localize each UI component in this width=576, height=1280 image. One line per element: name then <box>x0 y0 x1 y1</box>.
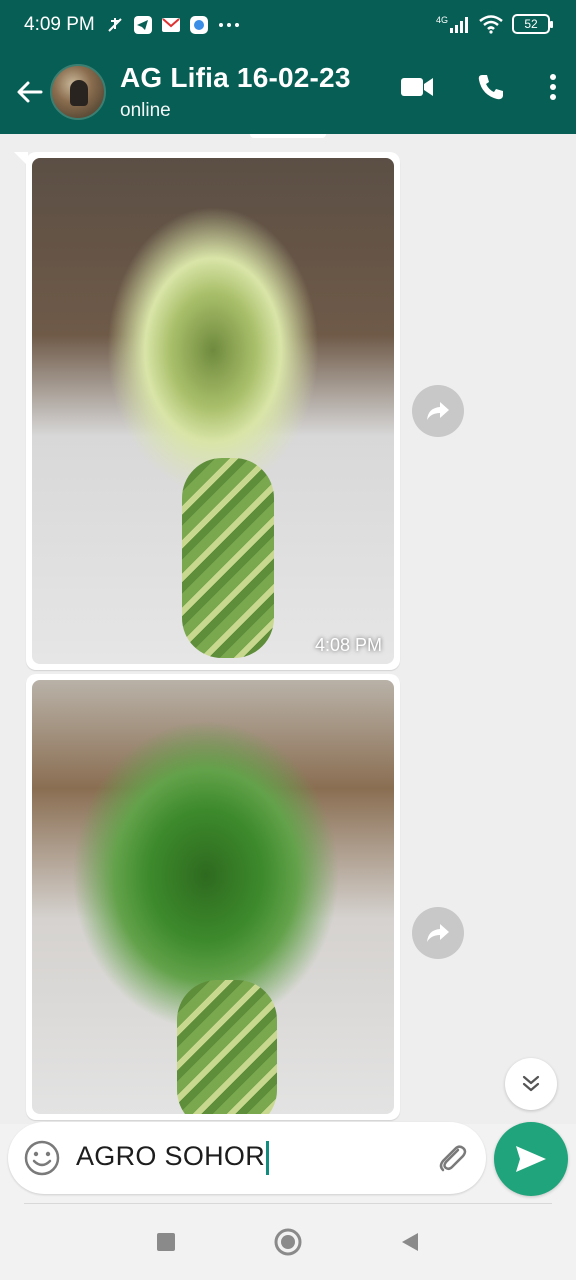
forward-button[interactable] <box>412 385 464 437</box>
braided-stem <box>177 980 277 1114</box>
chat-header: AG Lifia 16-02-23 online <box>0 50 576 134</box>
scroll-to-bottom-button[interactable] <box>505 1058 557 1110</box>
status-bar: 4:09 PM 4G 52 <box>0 0 576 50</box>
chat-area[interactable]: 4:08 PM <box>0 134 576 1124</box>
send-icon <box>516 1146 546 1172</box>
send-button[interactable] <box>494 1122 568 1196</box>
contact-name: AG Lifia 16-02-23 <box>120 62 351 93</box>
signal-4g-icon: 4G <box>436 15 468 33</box>
message-input[interactable]: AGRO SOHOR <box>76 1141 270 1175</box>
more-options-icon[interactable] <box>548 72 558 102</box>
messenger-icon <box>189 16 208 34</box>
battery-level: 52 <box>524 17 538 31</box>
video-call-icon[interactable] <box>400 75 434 99</box>
mute-icon <box>108 18 122 32</box>
telegram-icon <box>133 16 152 34</box>
image-message[interactable]: 4:08 PM <box>14 152 400 670</box>
system-nav-bar <box>0 1204 576 1280</box>
svg-text:4G: 4G <box>436 15 448 25</box>
braided-stem <box>182 458 274 658</box>
forward-icon <box>427 924 449 942</box>
voice-call-icon[interactable] <box>476 72 506 102</box>
previous-message-edge <box>250 134 326 138</box>
back-arrow-icon <box>17 81 43 103</box>
attach-icon[interactable] <box>434 1140 470 1176</box>
emoji-icon[interactable] <box>22 1138 62 1178</box>
battery-icon: 52 <box>512 14 553 34</box>
wifi-icon <box>479 15 503 34</box>
home-icon[interactable] <box>273 1227 303 1257</box>
forward-icon <box>427 402 449 420</box>
gmail-icon <box>161 18 180 32</box>
contact-status: online <box>120 100 171 121</box>
contact-info[interactable]: AG Lifia 16-02-23 online <box>120 62 351 122</box>
text-caret <box>266 1141 270 1175</box>
back-nav-icon[interactable] <box>399 1231 421 1253</box>
lucky-bamboo-variegated-photo[interactable]: 4:08 PM <box>32 158 394 664</box>
message-time: 4:08 PM <box>314 635 382 655</box>
avatar[interactable] <box>50 64 106 120</box>
image-message[interactable] <box>26 674 400 1120</box>
recents-icon[interactable] <box>155 1231 177 1253</box>
forward-button[interactable] <box>412 907 464 959</box>
back-button[interactable] <box>10 72 50 112</box>
message-composer[interactable]: AGRO SOHOR <box>8 1122 486 1194</box>
double-chevron-down-icon <box>522 1075 540 1092</box>
lucky-bamboo-green-photo[interactable] <box>32 680 394 1114</box>
status-time: 4:09 PM <box>24 14 95 35</box>
message-input-text: AGRO SOHOR <box>76 1141 266 1172</box>
more-dots-icon <box>218 23 239 27</box>
